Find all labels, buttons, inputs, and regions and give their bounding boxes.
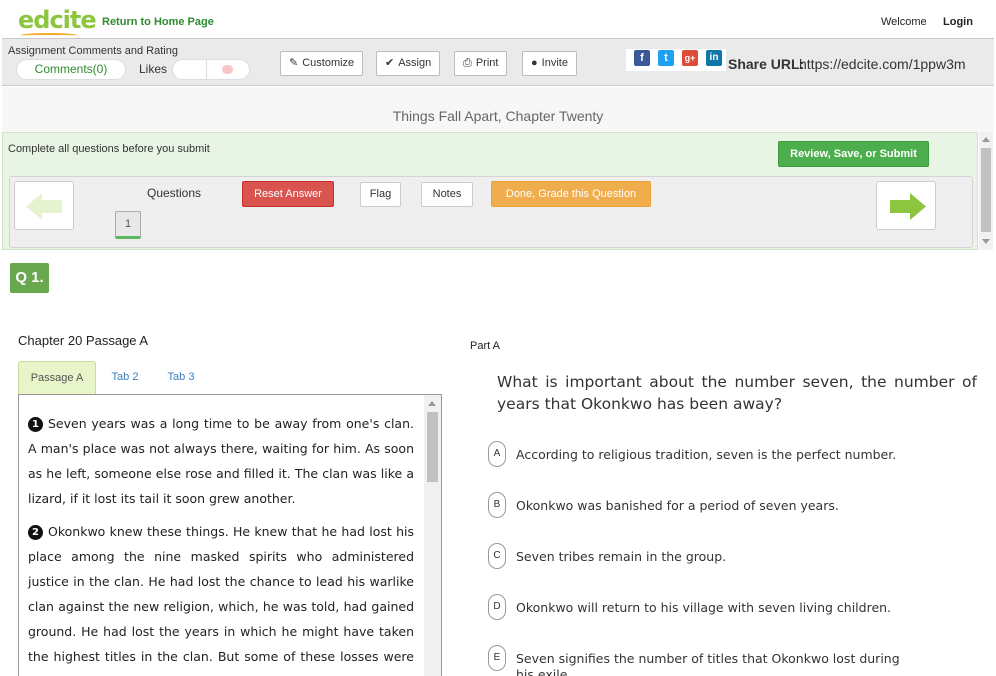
notes-button[interactable]: Notes <box>421 182 473 207</box>
printer-icon: ⎙ <box>463 57 472 69</box>
left-arrow-icon <box>26 193 62 220</box>
question-panel: Complete all questions before you submit… <box>2 132 978 250</box>
invite-label: Invite <box>541 57 568 69</box>
review-save-submit-button[interactable]: Review, Save, or Submit <box>778 141 929 167</box>
paragraph-text: Okonkwo knew these things. He knew that … <box>28 524 414 676</box>
option-text[interactable]: Seven signifies the number of titles tha… <box>516 651 916 676</box>
pencil-icon: ✎ <box>289 57 299 69</box>
share-url-value[interactable]: https://edcite.com/1ppw3m <box>799 56 966 72</box>
linkedin-icon[interactable]: in <box>706 50 722 66</box>
google-plus-icon[interactable]: g+ <box>682 50 698 66</box>
answer-option-d[interactable]: D Okonkwo will return to his village wit… <box>488 594 938 622</box>
reset-answer-button[interactable]: Reset Answer <box>242 181 334 207</box>
question-number-badge: Q 1. <box>10 263 49 293</box>
social-share-icons: f t g+ in <box>626 49 726 71</box>
part-a-label: Part A <box>470 340 500 352</box>
flag-button[interactable]: Flag <box>360 182 401 207</box>
submit-note: Complete all questions before you submit <box>8 143 210 155</box>
customize-label: Customize <box>302 57 355 69</box>
customize-button[interactable]: ✎ Customize <box>280 51 364 76</box>
paragraph-number-badge: 1 <box>28 417 43 432</box>
passage-scrollbar[interactable] <box>424 395 441 676</box>
answer-option-c[interactable]: C Seven tribes remain in the group. <box>488 543 938 571</box>
answer-option-b[interactable]: B Okonkwo was banished for a period of s… <box>488 492 938 520</box>
tab-2[interactable]: Tab 2 <box>100 361 150 394</box>
paragraph-number-badge: 2 <box>28 525 43 540</box>
assign-button[interactable]: ✔ Assign <box>376 51 441 76</box>
print-button[interactable]: ⎙ Print <box>454 51 508 76</box>
likes-control[interactable] <box>172 59 250 80</box>
option-text[interactable]: According to religious tradition, seven … <box>516 447 896 462</box>
questions-label: Questions <box>147 186 202 200</box>
edcite-logo[interactable]: edcite <box>18 6 97 35</box>
assignment-toolbar: Assignment Comments and Rating Comments(… <box>2 38 994 86</box>
tab-passage-a[interactable]: Passage A <box>18 361 96 394</box>
passage-paragraph: 2 Okonkwo knew these things. He knew that… <box>28 519 414 676</box>
option-text[interactable]: Seven tribes remain in the group. <box>516 549 726 564</box>
right-arrow-icon <box>890 193 926 220</box>
tab-3[interactable]: Tab 3 <box>156 361 206 394</box>
answer-option-a[interactable]: A According to religious tradition, seve… <box>488 441 938 469</box>
comments-rating-title: Assignment Comments and Rating <box>8 45 178 57</box>
scroll-up-arrow-icon[interactable] <box>982 137 990 142</box>
thumbs-up-icon[interactable] <box>222 65 233 74</box>
return-home-link[interactable]: Return to Home Page <box>102 16 214 28</box>
facebook-icon[interactable]: f <box>634 50 650 66</box>
logo-text: edcite <box>18 6 97 34</box>
option-letter[interactable]: E <box>488 645 506 671</box>
option-letter[interactable]: D <box>488 594 506 620</box>
passage-text: 1 Seven years was a long time to be away … <box>28 411 414 676</box>
scroll-thumb[interactable] <box>427 412 438 482</box>
passage-box: 1 Seven years was a long time to be away … <box>18 394 442 676</box>
welcome-text: Welcome <box>881 16 927 28</box>
likes-label: Likes <box>139 62 168 76</box>
option-letter[interactable]: C <box>488 543 506 569</box>
passage-paragraph: 1 Seven years was a long time to be away … <box>28 411 414 511</box>
assign-label: Assign <box>398 57 432 69</box>
paragraph-text: Seven years was a long time to be away f… <box>28 416 414 506</box>
print-label: Print <box>475 57 499 69</box>
question-prompt: What is important about the number seven… <box>497 373 977 413</box>
scroll-up-arrow-icon[interactable] <box>428 401 436 406</box>
question-navigation: Questions 1 Reset Answer Flag Notes Done… <box>9 176 973 248</box>
scroll-down-arrow-icon[interactable] <box>982 239 990 244</box>
previous-question-button[interactable] <box>14 181 74 230</box>
checkmark-icon: ✔ <box>385 57 395 69</box>
comments-button[interactable]: Comments(0) <box>16 59 126 80</box>
done-grade-button[interactable]: Done, Grade this Question <box>491 181 651 207</box>
passage-heading: Chapter 20 Passage A <box>18 333 149 348</box>
top-bar: edcite Return to Home Page Welcome Login <box>0 0 996 38</box>
login-link[interactable]: Login <box>943 16 973 28</box>
twitter-icon[interactable]: t <box>658 50 674 66</box>
title-strip: Things Fall Apart, Chapter Twenty <box>2 87 994 132</box>
option-letter[interactable]: A <box>488 441 506 467</box>
answer-option-e[interactable]: E Seven signifies the number of titles t… <box>488 645 938 676</box>
scroll-thumb[interactable] <box>981 148 991 232</box>
likes-count <box>173 60 207 79</box>
page-title: Things Fall Apart, Chapter Twenty <box>392 108 604 124</box>
option-text[interactable]: Okonkwo will return to his village with … <box>516 600 891 615</box>
option-text[interactable]: Okonkwo was banished for a period of sev… <box>516 498 839 513</box>
question-number-1-button[interactable]: 1 <box>115 211 141 239</box>
user-icon: ● <box>531 57 538 69</box>
share-url-label: Share URL: <box>728 56 805 72</box>
next-question-button[interactable] <box>876 181 936 230</box>
option-letter[interactable]: B <box>488 492 506 518</box>
panel-scrollbar[interactable] <box>979 132 993 250</box>
invite-button[interactable]: ● Invite <box>522 51 577 76</box>
